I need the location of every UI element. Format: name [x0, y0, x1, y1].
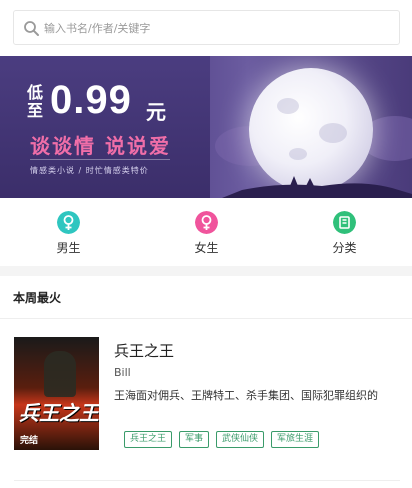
search-bar: [0, 0, 412, 56]
book-category-icon: [333, 211, 356, 234]
banner-divider: [30, 159, 170, 160]
category-nav: 男生 女生 分类: [0, 198, 412, 266]
book-tag[interactable]: 兵王之王: [124, 431, 173, 448]
nav-item-category[interactable]: 分类: [276, 198, 412, 266]
book-tag[interactable]: 军事: [179, 431, 210, 448]
nav-item-male[interactable]: 男生: [0, 198, 137, 266]
nav-label-male: 男生: [56, 241, 81, 255]
book-tags: 兵王之王 军事 武侠仙侠 军旅生涯: [124, 431, 320, 449]
search-box[interactable]: [13, 10, 400, 45]
search-icon: [24, 21, 39, 36]
soldier-illustration: [44, 351, 76, 397]
nav-label-female: 女生: [194, 241, 219, 255]
book-title[interactable]: 兵王之王: [114, 340, 174, 361]
nav-label-category: 分类: [332, 241, 357, 255]
section-title: 本周最火: [13, 291, 62, 305]
book-author: Bill: [114, 366, 131, 379]
nav-item-female[interactable]: 女生: [138, 198, 275, 266]
banner-slogan: 谈谈情 说说爱: [30, 134, 171, 158]
book-tag[interactable]: 武侠仙侠: [216, 431, 265, 448]
book-cover[interactable]: 兵王之王 完结: [14, 337, 99, 450]
rooftop-silhouette-icon: [222, 176, 412, 198]
list-divider: [14, 480, 400, 481]
banner-price: 0.99: [50, 78, 132, 122]
banner-price-prefix: 低至: [27, 83, 44, 120]
female-icon: [195, 211, 218, 234]
search-input[interactable]: [44, 17, 384, 39]
book-tag[interactable]: 军旅生涯: [271, 431, 320, 448]
book-list-item[interactable]: 兵王之王 完结 兵王之王 Bill 王海面对佣兵、王牌特工、杀手集团、国际犯罪组…: [0, 319, 412, 471]
banner-price-unit: 元: [146, 100, 166, 124]
male-icon: [57, 211, 80, 234]
cover-title: 兵王之王: [19, 401, 99, 425]
book-description: 王海面对佣兵、王牌特工、杀手集团、国际犯罪组织的: [114, 389, 378, 402]
banner-subtitle: 情感类小说 / 时忙情感类特价: [30, 166, 149, 175]
cover-completed-badge: 完结: [20, 436, 39, 446]
section-gap: [0, 266, 412, 276]
promo-banner[interactable]: 低至 0.99 元 谈谈情 说说爱 情感类小说 / 时忙情感类特价: [0, 56, 412, 198]
